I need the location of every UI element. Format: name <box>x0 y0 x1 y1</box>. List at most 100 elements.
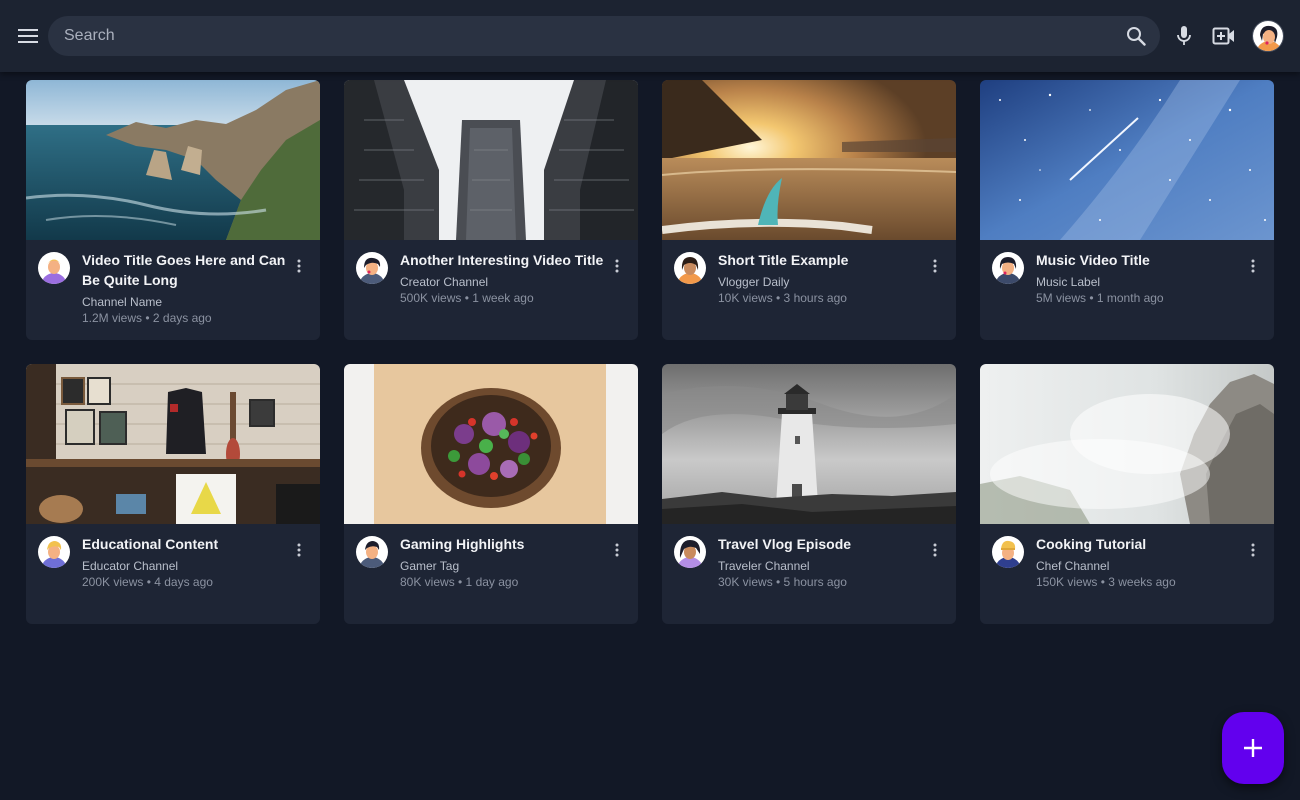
video-card[interactable]: Video Title Goes Here and Can Be Quite L… <box>26 80 320 340</box>
top-app-bar <box>0 0 1300 72</box>
plus-icon <box>1244 739 1262 757</box>
video-title[interactable]: Educational Content <box>82 534 292 554</box>
more-vert-icon <box>1251 259 1255 273</box>
thumbnail-image <box>344 80 638 240</box>
video-grid: Video Title Goes Here and Can Be Quite L… <box>26 80 1274 624</box>
more-vert-icon <box>615 543 619 557</box>
video-meta: Video Title Goes Here and Can Be Quite L… <box>26 240 320 340</box>
account-avatar[interactable] <box>1252 20 1284 52</box>
video-card[interactable]: Educational Content Educator Channel 200… <box>26 364 320 624</box>
video-title[interactable]: Travel Vlog Episode <box>718 534 928 554</box>
channel-name[interactable]: Traveler Channel <box>718 558 928 574</box>
video-thumbnail[interactable] <box>344 80 638 240</box>
video-thumbnail[interactable] <box>980 364 1274 524</box>
video-thumbnail[interactable] <box>344 364 638 524</box>
channel-name[interactable]: Gamer Tag <box>400 558 610 574</box>
video-meta: Gaming Highlights Gamer Tag 80K views • … <box>344 524 638 624</box>
video-meta: Another Interesting Video Title Creator … <box>344 240 638 340</box>
more-options-button[interactable] <box>606 254 628 278</box>
video-card[interactable]: Another Interesting Video Title Creator … <box>344 80 638 340</box>
video-thumbnail[interactable] <box>26 80 320 240</box>
video-title[interactable]: Another Interesting Video Title <box>400 250 610 270</box>
channel-avatar[interactable] <box>356 252 388 284</box>
more-options-button[interactable] <box>924 538 946 562</box>
avatar-icon <box>992 536 1024 568</box>
video-meta: Music Video Title Music Label 5M views •… <box>980 240 1274 340</box>
video-meta: Educational Content Educator Channel 200… <box>26 524 320 624</box>
mic-icon <box>1177 26 1191 45</box>
channel-avatar[interactable] <box>992 536 1024 568</box>
more-vert-icon <box>933 543 937 557</box>
thumbnail-image <box>662 80 956 240</box>
video-stats: 200K views • 4 days ago <box>82 575 213 589</box>
video-add-icon <box>1212 27 1234 45</box>
video-card[interactable]: Travel Vlog Episode Traveler Channel 30K… <box>662 364 956 624</box>
thumbnail-image <box>980 364 1274 524</box>
channel-avatar[interactable] <box>356 536 388 568</box>
avatar-icon <box>1253 21 1283 51</box>
channel-name[interactable]: Vlogger Daily <box>718 274 928 290</box>
thumbnail-image <box>980 80 1274 240</box>
video-card[interactable]: Music Video Title Music Label 5M views •… <box>980 80 1274 340</box>
thumbnail-image <box>344 364 638 524</box>
more-options-button[interactable] <box>288 538 310 562</box>
avatar-icon <box>38 252 70 284</box>
channel-avatar[interactable] <box>38 536 70 568</box>
channel-avatar[interactable] <box>674 536 706 568</box>
create-video-button[interactable] <box>1210 22 1238 50</box>
more-vert-icon <box>297 259 301 273</box>
more-vert-icon <box>1251 543 1255 557</box>
more-options-button[interactable] <box>288 254 310 278</box>
video-title[interactable]: Cooking Tutorial <box>1036 534 1246 554</box>
thumbnail-image <box>26 364 320 524</box>
search-input[interactable] <box>48 16 1112 56</box>
video-stats: 1.2M views • 2 days ago <box>82 311 212 325</box>
video-thumbnail[interactable] <box>662 80 956 240</box>
video-stats: 80K views • 1 day ago <box>400 575 519 589</box>
more-options-button[interactable] <box>1242 254 1264 278</box>
channel-name[interactable]: Channel Name <box>82 294 292 310</box>
video-title[interactable]: Video Title Goes Here and Can Be Quite L… <box>82 250 292 290</box>
channel-avatar[interactable] <box>38 252 70 284</box>
video-stats: 5M views • 1 month ago <box>1036 291 1164 305</box>
video-card[interactable]: Short Title Example Vlogger Daily 10K vi… <box>662 80 956 340</box>
video-stats: 150K views • 3 weeks ago <box>1036 575 1176 589</box>
search-icon <box>1127 27 1146 46</box>
search-bar <box>48 16 1160 56</box>
video-meta: Travel Vlog Episode Traveler Channel 30K… <box>662 524 956 624</box>
menu-button[interactable] <box>14 22 42 50</box>
video-meta: Cooking Tutorial Chef Channel 150K views… <box>980 524 1274 624</box>
video-thumbnail[interactable] <box>662 364 956 524</box>
video-title[interactable]: Gaming Highlights <box>400 534 610 554</box>
video-thumbnail[interactable] <box>26 364 320 524</box>
video-stats: 500K views • 1 week ago <box>400 291 534 305</box>
video-card[interactable]: Cooking Tutorial Chef Channel 150K views… <box>980 364 1274 624</box>
channel-name[interactable]: Creator Channel <box>400 274 610 290</box>
avatar-icon <box>992 252 1024 284</box>
video-title[interactable]: Music Video Title <box>1036 250 1246 270</box>
channel-name[interactable]: Music Label <box>1036 274 1246 290</box>
avatar-icon <box>674 252 706 284</box>
voice-search-button[interactable] <box>1170 22 1198 50</box>
more-vert-icon <box>297 543 301 557</box>
add-fab-button[interactable] <box>1222 712 1284 784</box>
avatar-icon <box>356 536 388 568</box>
thumbnail-image <box>662 364 956 524</box>
avatar-icon <box>38 536 70 568</box>
video-stats: 30K views • 5 hours ago <box>718 575 847 589</box>
more-options-button[interactable] <box>606 538 628 562</box>
channel-name[interactable]: Chef Channel <box>1036 558 1246 574</box>
more-options-button[interactable] <box>1242 538 1264 562</box>
video-thumbnail[interactable] <box>980 80 1274 240</box>
more-vert-icon <box>615 259 619 273</box>
channel-avatar[interactable] <box>992 252 1024 284</box>
video-title[interactable]: Short Title Example <box>718 250 928 270</box>
search-button[interactable] <box>1112 16 1160 56</box>
channel-name[interactable]: Educator Channel <box>82 558 292 574</box>
avatar-icon <box>356 252 388 284</box>
more-vert-icon <box>933 259 937 273</box>
thumbnail-image <box>26 80 320 240</box>
channel-avatar[interactable] <box>674 252 706 284</box>
more-options-button[interactable] <box>924 254 946 278</box>
video-card[interactable]: Gaming Highlights Gamer Tag 80K views • … <box>344 364 638 624</box>
